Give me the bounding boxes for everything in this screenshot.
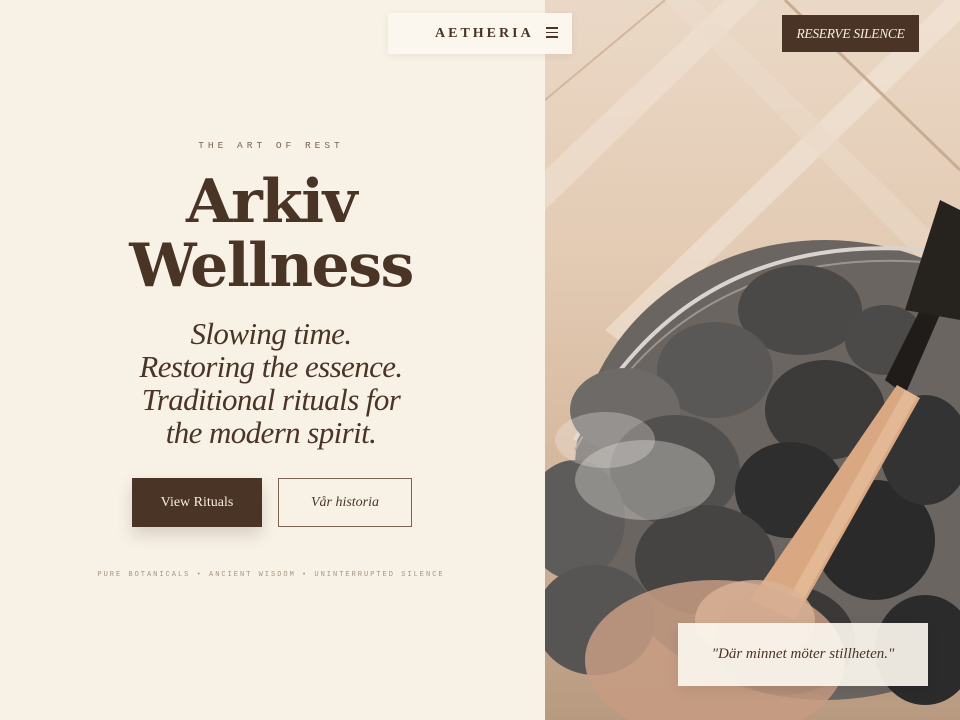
hero-tagline: Slowing time. Restoring the essence. Tra…	[0, 317, 542, 449]
tagline-line-4: the modern spirit.	[165, 415, 377, 450]
hero-footnote: PURE BOTANICALS • ANCIENT WISDOM • UNINT…	[97, 571, 445, 579]
our-story-button[interactable]: Vår historia	[278, 478, 412, 527]
tagline-line-2: Restoring the essence.	[139, 349, 403, 384]
brand-logo[interactable]: AETHERIA	[435, 26, 534, 42]
tagline-line-3: Traditional rituals for	[141, 382, 401, 417]
hamburger-menu-icon[interactable]	[546, 27, 558, 39]
quote-card: "Där minnet möter stillheten."	[678, 623, 928, 686]
title-line-1: Arkiv	[186, 167, 357, 237]
reserve-silence-button[interactable]: RESERVE SILENCE	[782, 15, 919, 52]
view-rituals-button[interactable]: View Rituals	[132, 478, 262, 527]
hero-eyebrow: THE ART OF REST	[198, 140, 344, 151]
page-title: Arkiv Wellness	[0, 170, 542, 298]
tagline-line-1: Slowing time.	[190, 316, 353, 351]
title-line-2: Wellness	[129, 231, 414, 301]
sauna-stones-photo	[545, 0, 960, 720]
quote-text: "Där minnet möter stillheten."	[711, 646, 895, 662]
brand-bar: AETHERIA	[388, 13, 572, 54]
